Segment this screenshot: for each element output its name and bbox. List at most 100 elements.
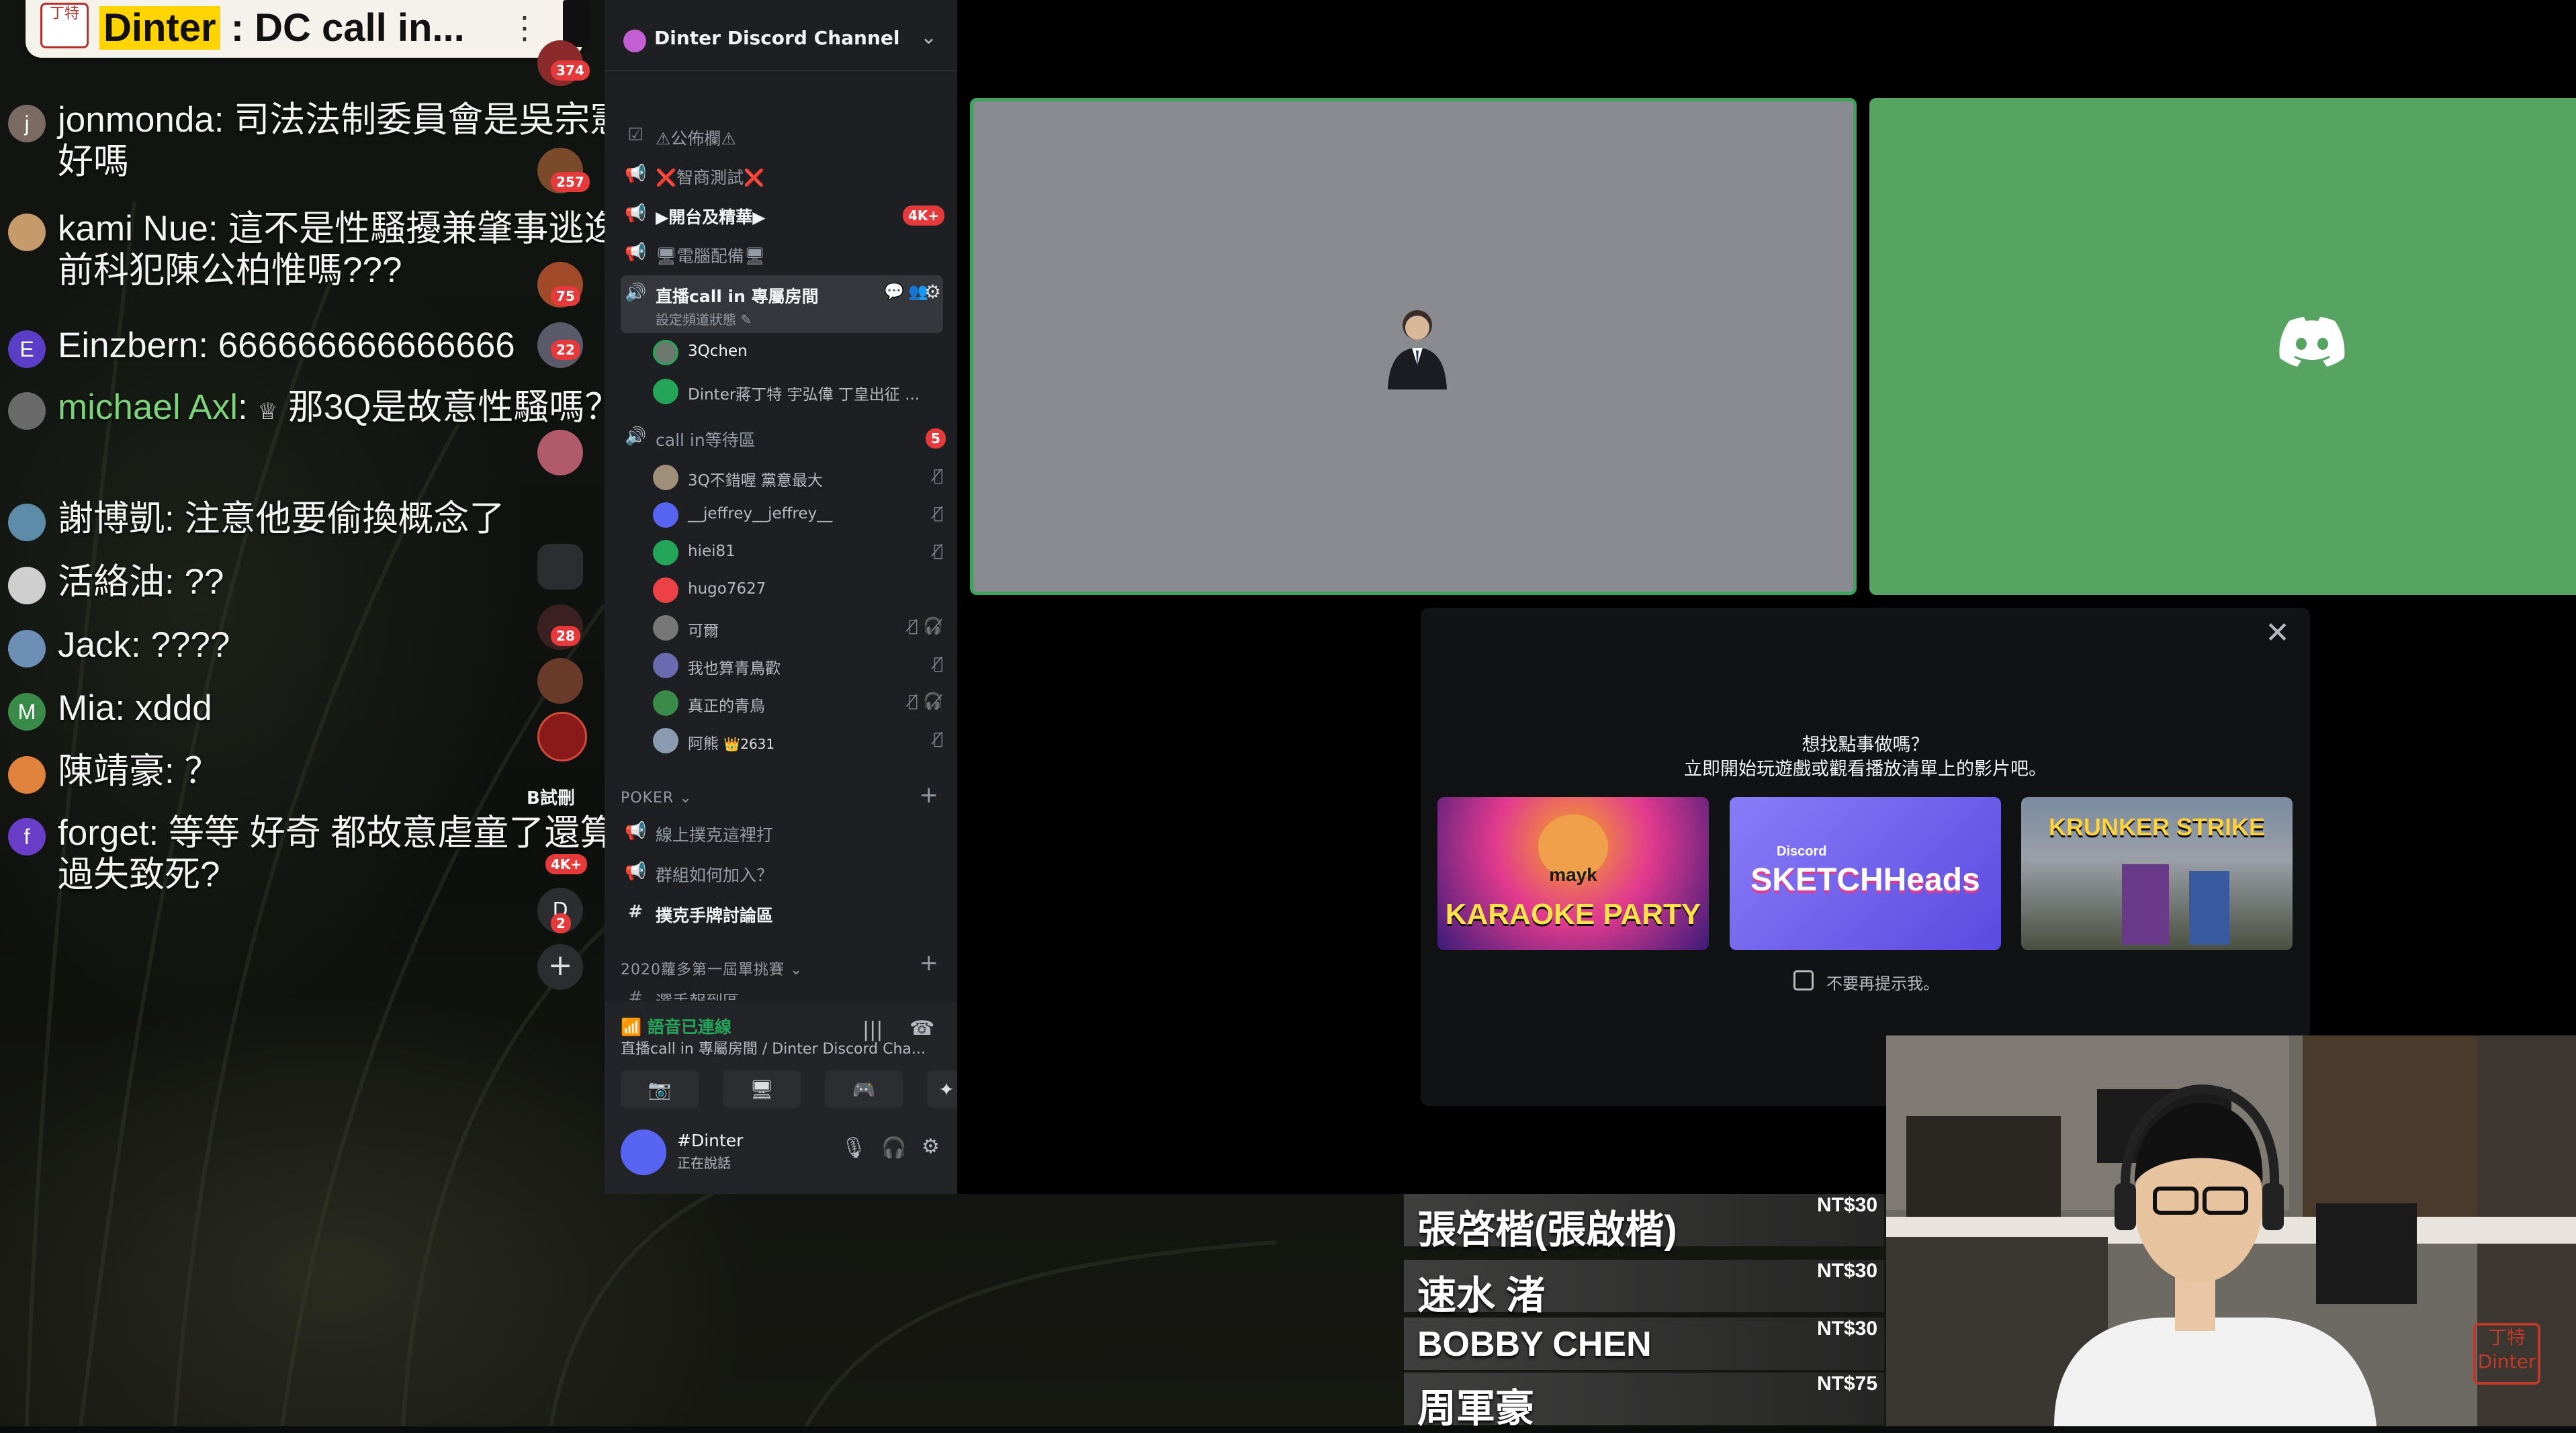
voice-channel[interactable]: 🔊 call in等待區 5 (621, 419, 946, 455)
category-2020[interactable]: 2020蘿多第一屆單挑賽 ⌄ (621, 958, 803, 979)
voice-user[interactable]: __jeffrey__jeffrey__ 🎙̸ (653, 497, 948, 532)
voice-status-text: 語音已連線 (647, 1017, 731, 1037)
mic-muted-icon: 🎙̸ (933, 466, 943, 485)
channel-item[interactable]: # 撲克手牌討論區 (621, 894, 943, 931)
avatar (653, 690, 678, 716)
server-icon[interactable] (537, 712, 587, 761)
disconnect-icon[interactable]: ☎ (909, 1017, 934, 1040)
voice-user[interactable]: hiei81 🎙̸ (653, 535, 948, 569)
checklist-icon: ☑ (627, 125, 643, 145)
channel-badge: 5 (926, 428, 946, 449)
noise-suppression-icon[interactable]: ||| (862, 1018, 883, 1042)
chat-header: 丁特 Dinter : DC call in... ⋮ (26, 0, 590, 58)
avatar (8, 392, 46, 430)
chat-bubble-icon[interactable]: 💬 (884, 282, 904, 301)
user-panel: #Dinter 正在說話 🎙 🎧 ⚙ (621, 1127, 943, 1181)
user-name: 我也算青鳥歡 (688, 660, 781, 678)
chevron-down-icon[interactable]: ⌄ (920, 26, 937, 49)
channel-item[interactable]: # 選手報到區 (621, 980, 943, 1001)
dont-show-again-checkbox[interactable] (1793, 970, 1814, 990)
avatar (8, 630, 46, 667)
channel-label: ❌智商測試❌ (656, 168, 765, 187)
channel-status[interactable]: 設定頻道狀態 ✎ (656, 309, 752, 328)
category-poker[interactable]: POKER ⌄ (621, 790, 693, 806)
avatar (653, 502, 678, 528)
webcam-image (1886, 1035, 2576, 1426)
voice-user[interactable]: 真正的青鳥 🎙̸ 🎧̸ (653, 685, 948, 720)
user-name: 可爾 (688, 622, 719, 640)
mic-muted-icon: 🎙̸ (933, 729, 943, 748)
headphones-icon[interactable]: 🎧 (881, 1136, 906, 1160)
user-name: Dinter蔣丁特 宇弘偉 丁皇出征 ... (688, 386, 920, 404)
voice-user[interactable]: hugo7627 (653, 572, 948, 607)
server-icon[interactable] (537, 658, 583, 704)
avatar (653, 340, 678, 365)
hash-icon: # (628, 988, 643, 1001)
channel-item[interactable]: 📢 ▶開台及精華▶ 4K+ (621, 196, 945, 232)
avatar: j (8, 105, 46, 142)
chat-text: ?? (184, 562, 224, 602)
add-channel-icon[interactable]: + (920, 782, 939, 808)
activity-card-karaoke[interactable]: mayk KARAOKE PARTY (1437, 797, 1709, 950)
donor-name: 張啓楷(張啟楷) (1417, 1208, 1677, 1252)
chat-author: Mia (58, 688, 116, 728)
donor-name: 速水 渚 (1417, 1274, 1546, 1318)
channel-item[interactable]: ☑ ⚠公佈欄⚠ (621, 118, 943, 154)
add-server-icon[interactable]: + (537, 944, 583, 990)
voice-user[interactable]: 可爾 🎙̸ 🎧̸ (653, 610, 948, 645)
donation-row: 周軍豪 NT$75 (1404, 1373, 1884, 1430)
voice-status[interactable]: 📶 語音已連線 (621, 1014, 731, 1038)
voice-user[interactable]: 我也算青鳥歡 🎙̸ (653, 647, 948, 682)
hash-icon: # (628, 902, 643, 922)
gear-icon[interactable]: ⚙ (924, 281, 941, 303)
server-icon[interactable] (537, 430, 583, 475)
game-title: KRUNKER STRIKE (2048, 813, 2265, 841)
channel-item[interactable]: 📢 ❌智商測試❌ (621, 156, 943, 193)
user-avatar[interactable] (621, 1129, 666, 1175)
server-badge: 257 (551, 172, 590, 192)
server-header[interactable]: Dinter Discord Channel ⌄ (605, 13, 957, 71)
activity-card-krunker[interactable]: KRUNKER STRIKE (2021, 797, 2293, 950)
chat-title: Dinter : DC call in... (99, 5, 465, 50)
user-tag: 👑2631 (723, 736, 775, 752)
voice-user[interactable]: 3Q不錯喔 黨意最大 🎙̸ (653, 459, 948, 494)
channel-label: 直播call in 專屬房間 (656, 287, 819, 306)
channel-item[interactable]: 📢 🖥電腦配備🖥 (621, 235, 943, 271)
chat-author: jonmonda (58, 100, 214, 140)
avatar: E (8, 330, 46, 368)
megaphone-icon: 📢 (625, 242, 647, 263)
channel-label: ▶開台及精華▶ (656, 207, 766, 227)
camera-off-button[interactable]: 📷 (621, 1070, 699, 1108)
activity-card-sketchheads[interactable]: Discord SKETCHHeads (1730, 797, 2001, 950)
voice-user[interactable]: 阿熊 👑2631 🎙̸ (653, 723, 948, 757)
current-user-status: 正在說話 (677, 1155, 731, 1171)
mute-deafen-icon: 🎙̸ 🎧̸ (908, 692, 943, 710)
chat-text: xddd (134, 688, 212, 728)
screen-share-button[interactable]: 🖥 (723, 1070, 801, 1108)
discord-logo-icon (2279, 317, 2345, 367)
mic-muted-icon: 🎙̸ (933, 504, 943, 522)
channel-label: 選手報到區 (656, 988, 740, 1001)
folder-icon[interactable] (537, 544, 583, 590)
game-title: KARAOKE PARTY (1445, 898, 1701, 931)
channel-item[interactable]: 📢 線上撲克這裡打 (621, 814, 943, 850)
voice-channel-active[interactable]: 🔊 直播call in 專屬房間 設定頻道狀態 ✎ 💬 👥 ⚙ (621, 275, 943, 333)
voice-user[interactable]: Dinter蔣丁特 宇弘偉 丁皇出征 ... (653, 373, 948, 408)
channel-watermark: 丁特 Dinter (2473, 1323, 2540, 1385)
server-name: Dinter Discord Channel (654, 27, 900, 49)
close-icon[interactable]: ✕ (2265, 616, 2290, 650)
current-user-name: #Dinter (677, 1131, 744, 1150)
add-channel-icon[interactable]: + (920, 950, 939, 976)
server-label: B試刪 (527, 788, 575, 808)
gear-icon[interactable]: ⚙ (922, 1135, 940, 1158)
channel-item[interactable]: 📢 群組如何加入？ (621, 854, 943, 890)
avatar: M (8, 693, 46, 731)
voice-user[interactable]: 3Qchen (653, 334, 948, 369)
video-tile-dinter[interactable] (1869, 98, 2576, 595)
avatar (8, 214, 46, 251)
microphone-icon[interactable]: 🎙 (841, 1136, 867, 1160)
activities-button[interactable]: 🎮 (825, 1070, 903, 1108)
avatar (653, 577, 678, 603)
mute-deafen-icon: 🎙̸ 🎧̸ (908, 616, 943, 635)
activity-prompt: 想找點事做嗎？ (1802, 735, 1929, 755)
